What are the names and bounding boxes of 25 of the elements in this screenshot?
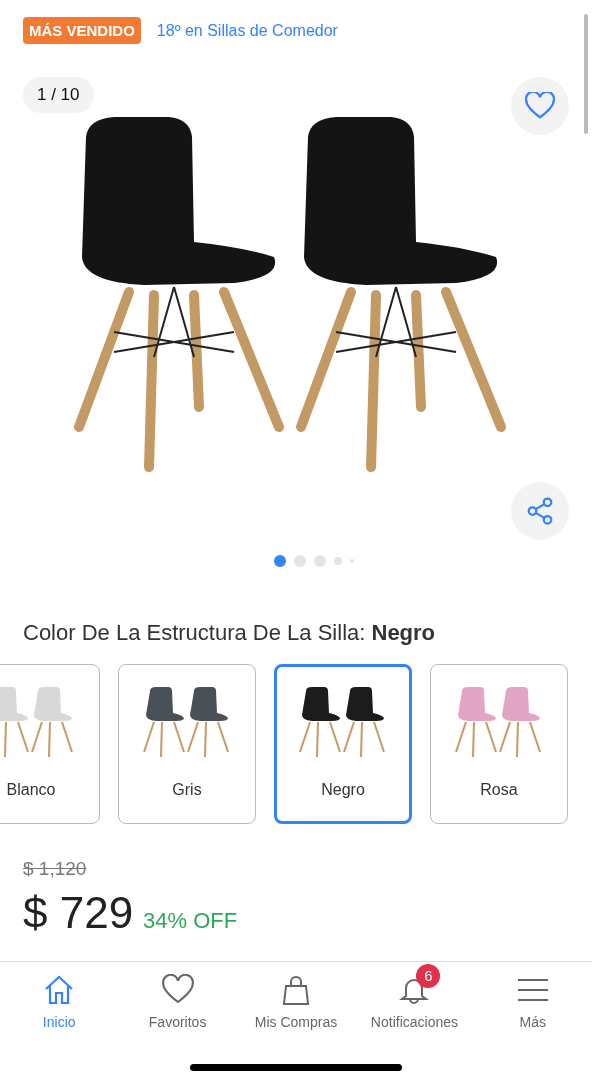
image-counter: 1 / 10: [23, 77, 94, 113]
nav-item[interactable]: Inicio: [0, 962, 119, 1042]
carousel-dot[interactable]: [314, 555, 326, 567]
color-option[interactable]: Rosa: [430, 664, 568, 824]
current-price: $ 729: [23, 888, 134, 938]
share-icon: [525, 496, 555, 526]
carousel-dot[interactable]: [334, 557, 342, 565]
best-seller-badge: MÁS VENDIDO: [23, 17, 141, 44]
color-option[interactable]: Negro: [274, 664, 412, 824]
heart-icon: [161, 974, 194, 1006]
carousel-dot[interactable]: [274, 555, 286, 567]
nav-item[interactable]: 6 Notificaciones: [355, 962, 474, 1042]
original-price: $ 1,120: [23, 858, 87, 880]
nav-item[interactable]: Favoritos: [118, 962, 237, 1042]
carousel-dot[interactable]: [294, 555, 306, 567]
ranking-link[interactable]: 18º en Sillas de Comedor: [156, 21, 338, 40]
heart-icon: [525, 92, 555, 120]
nav-item[interactable]: Mis Compras: [236, 962, 356, 1042]
nav-item[interactable]: Más: [473, 962, 592, 1042]
shopping-bag-icon: [280, 974, 312, 1006]
variant-label: Color De La Estructura De La Silla: Negro: [23, 620, 437, 646]
discount-label: 34% OFF: [143, 908, 238, 934]
color-option[interactable]: Blanco: [0, 664, 100, 824]
color-option[interactable]: Gris: [118, 664, 256, 824]
notification-count: 6: [416, 964, 441, 988]
